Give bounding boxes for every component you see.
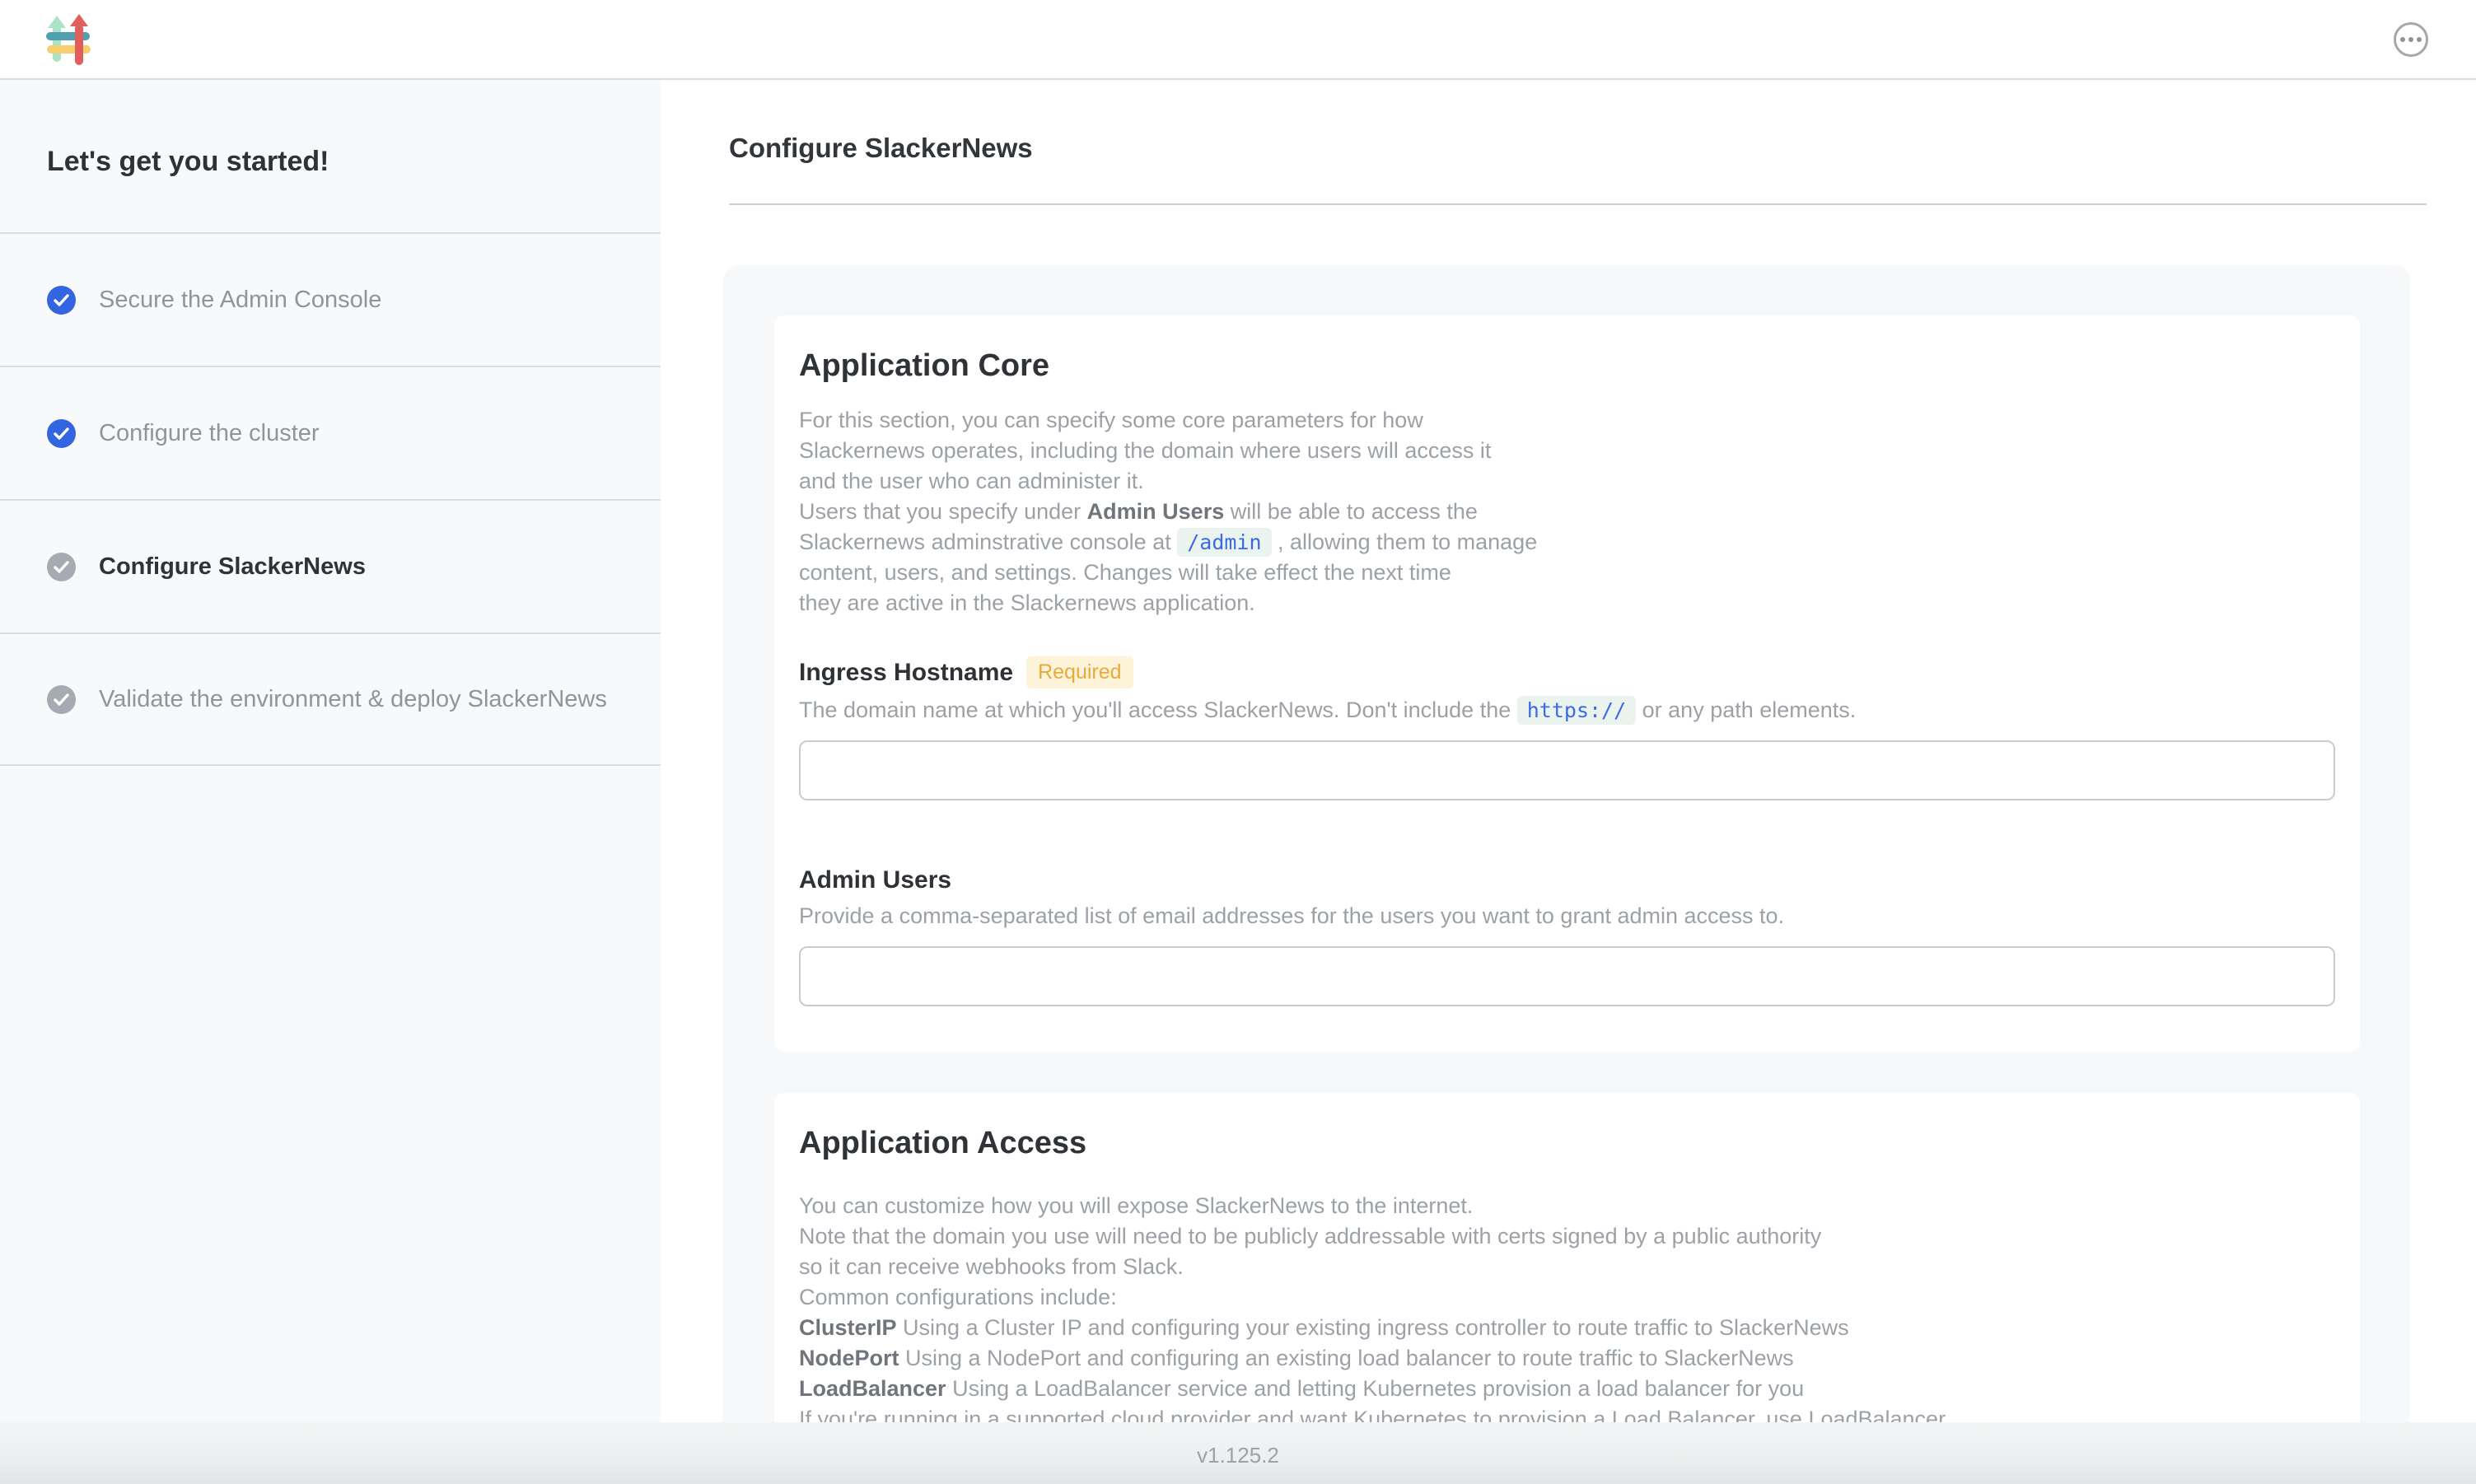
step-label: Configure SlackerNews — [99, 552, 366, 582]
slackernews-logo-icon — [46, 14, 92, 65]
title-divider — [729, 203, 2427, 205]
setup-steps-sidebar: Let's get you started! Secure the Admin … — [0, 80, 661, 1422]
ingress-hostname-input[interactable] — [799, 740, 2335, 800]
config-panel: Application Core For this section, you c… — [723, 265, 2410, 1422]
ellipsis-icon — [2400, 37, 2405, 42]
admin-path-code-chip: /admin — [1177, 528, 1271, 557]
admin-users-help: Provide a comma-separated list of email … — [799, 901, 2335, 931]
admin-users-label: Admin Users — [799, 866, 951, 894]
section-heading: Application Core — [799, 348, 2335, 384]
check-circle-icon — [47, 685, 76, 714]
required-badge: Required — [1026, 656, 1133, 688]
ingress-hostname-label: Ingress Hostname — [799, 659, 1013, 687]
sidebar-step-validate-deploy[interactable]: Validate the environment & deploy Slacke… — [0, 632, 661, 766]
sidebar-title: Let's get you started! — [0, 80, 661, 232]
step-label: Validate the environment & deploy Slacke… — [99, 684, 607, 715]
ingress-hostname-field-group: Ingress Hostname Required The domain nam… — [799, 656, 2335, 800]
top-header — [0, 0, 2476, 80]
sidebar-step-secure-admin-console[interactable]: Secure the Admin Console — [0, 232, 661, 366]
check-circle-icon — [47, 286, 76, 315]
ingress-hostname-help: The domain name at which you'll access S… — [799, 695, 2335, 726]
more-options-button[interactable] — [2394, 22, 2428, 57]
section-description: You can customize how you will expose Sl… — [799, 1191, 2335, 1422]
check-circle-icon — [47, 419, 76, 448]
version-label: v1.125.2 — [1197, 1443, 1279, 1468]
step-label: Configure the cluster — [99, 418, 320, 449]
sidebar-step-configure-cluster[interactable]: Configure the cluster — [0, 366, 661, 499]
page-title: Configure SlackerNews — [729, 133, 2476, 164]
admin-users-field-group: Admin Users Provide a comma-separated li… — [799, 866, 2335, 1006]
application-access-card: Application Access You can customize how… — [774, 1093, 2360, 1422]
section-description: For this section, you can specify some c… — [799, 405, 2335, 618]
app-footer: v1.125.2 — [0, 1422, 2476, 1484]
section-heading: Application Access — [799, 1126, 2335, 1161]
config-main-area: Configure SlackerNews Application Core F… — [661, 80, 2476, 1422]
application-core-card: Application Core For this section, you c… — [774, 315, 2360, 1052]
check-circle-icon — [47, 553, 76, 581]
https-code-chip: https:// — [1517, 696, 1636, 725]
sidebar-step-configure-slackernews[interactable]: Configure SlackerNews — [0, 499, 661, 632]
admin-users-input[interactable] — [799, 946, 2335, 1006]
step-label: Secure the Admin Console — [99, 285, 381, 315]
